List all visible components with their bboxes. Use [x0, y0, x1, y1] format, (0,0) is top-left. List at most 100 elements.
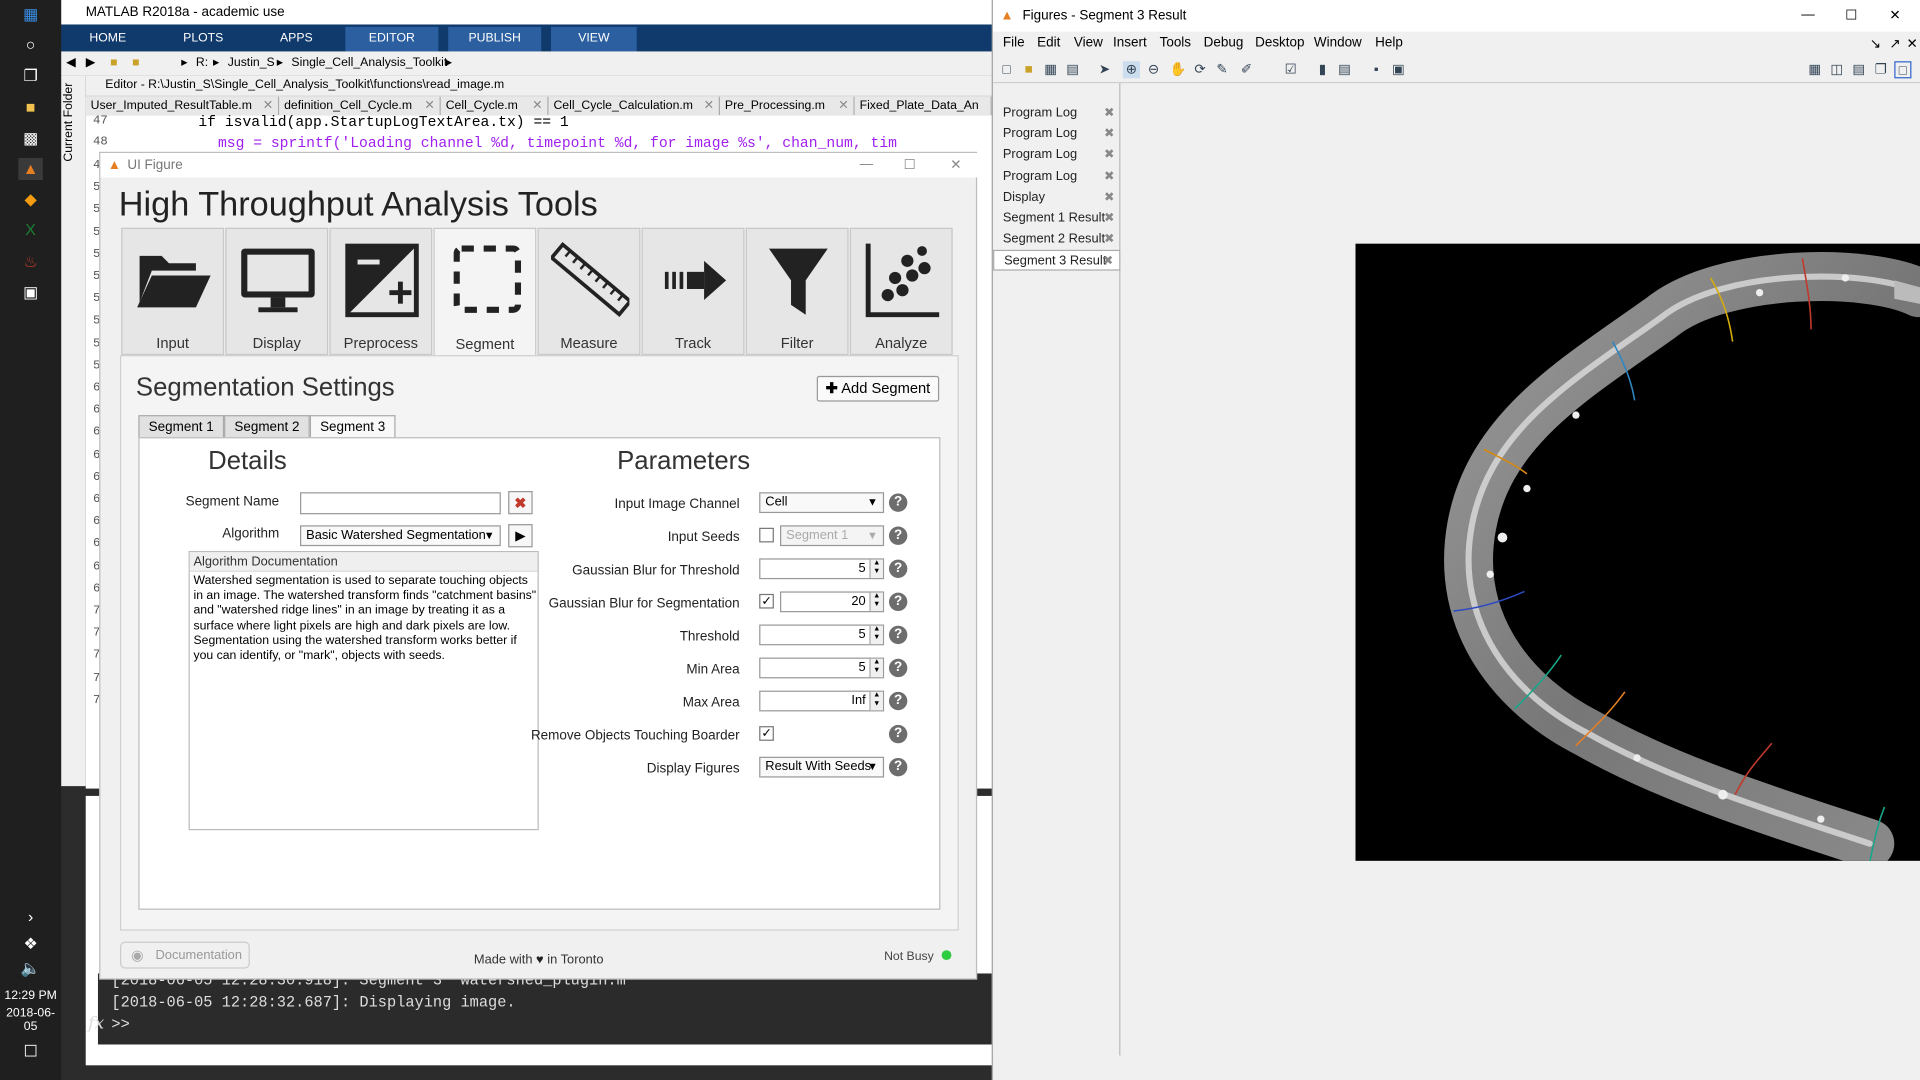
file-tab[interactable]: Cell_Cycle_Calculation.m ✕: [548, 96, 721, 116]
spinner-arrows-icon[interactable]: ▲ ▼: [869, 592, 883, 612]
close-icon[interactable]: ✖: [1104, 124, 1114, 145]
parameter-select[interactable]: Segment 1 ▼: [780, 525, 885, 547]
windows-start-icon[interactable]: ▦: [18, 4, 42, 26]
help-icon[interactable]: ?: [888, 526, 908, 545]
file-tab[interactable]: definition_Cell_Cycle.m ✕: [279, 96, 441, 116]
new-figure-icon[interactable]: □: [998, 61, 1015, 78]
spinner-arrows-icon[interactable]: ▲ ▼: [869, 658, 883, 678]
cortana-icon[interactable]: ○: [18, 34, 42, 56]
tile-grid-icon[interactable]: ▦: [1806, 61, 1823, 78]
link-plot-icon[interactable]: ☑: [1282, 61, 1299, 78]
folder-icon[interactable]: ■: [110, 51, 117, 75]
java-icon[interactable]: ♨: [18, 251, 42, 273]
tool-preprocess[interactable]: Preprocess: [329, 227, 433, 356]
dock-icon[interactable]: ↗: [1889, 36, 1900, 52]
file-tab[interactable]: User_Imputed_ResultTable.m ✕: [85, 96, 280, 116]
figure-list-item[interactable]: Program Log ✖: [993, 124, 1120, 145]
back-arrow-icon[interactable]: ◀: [66, 51, 75, 75]
fx-icon[interactable]: fx: [88, 1014, 104, 1034]
menu-window[interactable]: Window: [1314, 36, 1362, 51]
parameter-number-input[interactable]: 20 ▲ ▼: [780, 591, 885, 613]
minimize-icon[interactable]: —: [1801, 0, 1814, 31]
clock-date[interactable]: 2018-06-05: [0, 1007, 61, 1034]
parameter-select[interactable]: Result With Seeds ▼: [759, 756, 885, 778]
tab-home[interactable]: HOME: [71, 27, 144, 51]
command-window[interactable]: [2018-06-05 12:28:30.918]: Segment 3 'wa…: [97, 972, 992, 1045]
close-icon[interactable]: ✕: [950, 153, 961, 177]
spinner-arrows-icon[interactable]: ▲ ▼: [869, 625, 883, 645]
documentation-button[interactable]: ◉ Documentation: [120, 941, 250, 969]
figure-list-item[interactable]: Program Log ✖: [993, 166, 1120, 187]
parameter-number-input[interactable]: Inf ▲ ▼: [759, 690, 885, 712]
photos-icon[interactable]: ▣: [18, 282, 42, 304]
close-icon[interactable]: ✖: [1104, 229, 1114, 250]
help-icon[interactable]: ?: [888, 691, 908, 711]
help-icon[interactable]: ?: [888, 493, 908, 512]
forward-arrow-icon[interactable]: ▶: [86, 51, 95, 75]
close-icon[interactable]: ✖: [1104, 166, 1114, 187]
tab-segment-1[interactable]: Segment 1: [138, 415, 225, 439]
add-segment-button[interactable]: ✚ Add Segment: [816, 375, 940, 402]
code-line[interactable]: msg = sprintf('Loading channel %d, timep…: [218, 135, 897, 152]
dropbox-icon[interactable]: ❖: [18, 933, 42, 955]
close-icon[interactable]: ✖: [1104, 145, 1114, 166]
tool-segment[interactable]: Segment: [433, 227, 537, 356]
file-tab[interactable]: Pre_Processing.m ✕: [720, 96, 855, 116]
tile-columns-icon[interactable]: ◫: [1828, 61, 1845, 78]
help-icon[interactable]: ?: [888, 757, 908, 777]
clock-time[interactable]: 12:29 PM: [0, 989, 61, 1002]
tab-editor[interactable]: EDITOR: [345, 26, 439, 52]
close-icon[interactable]: ✕: [1889, 0, 1900, 32]
data-cursor-icon[interactable]: ✎: [1213, 61, 1230, 78]
parameter-select[interactable]: Cell ▼: [759, 492, 885, 514]
menu-insert[interactable]: Insert: [1113, 36, 1147, 51]
path-folder-justin[interactable]: Justin_S: [228, 51, 275, 75]
show-tools-icon[interactable]: ▣: [1390, 61, 1407, 78]
menu-debug[interactable]: Debug: [1204, 36, 1244, 51]
help-icon[interactable]: ?: [888, 592, 908, 612]
help-icon[interactable]: ?: [888, 625, 908, 645]
menu-view[interactable]: View: [1074, 36, 1103, 51]
spinner-arrows-icon[interactable]: ▲ ▼: [869, 691, 883, 711]
zoom-in-icon[interactable]: ⊕: [1122, 61, 1141, 79]
menu-tools[interactable]: Tools: [1160, 36, 1191, 51]
parameter-checkbox[interactable]: [759, 527, 774, 543]
menu-desktop[interactable]: Desktop: [1255, 36, 1304, 51]
tab-publish[interactable]: PUBLISH: [448, 26, 542, 52]
tool-input[interactable]: Input: [121, 227, 225, 356]
figure-list-item[interactable]: Segment 2 Result ✖: [993, 229, 1120, 250]
figure-list-item[interactable]: Segment 3 Result ✖: [993, 250, 1121, 272]
spinner-arrows-icon[interactable]: ▲ ▼: [869, 559, 883, 578]
help-icon[interactable]: ?: [888, 559, 908, 578]
save-icon[interactable]: ▦: [1042, 61, 1059, 78]
menu-edit[interactable]: Edit: [1037, 36, 1060, 51]
undock-icon[interactable]: ↘: [1870, 36, 1881, 52]
browse-folder-icon[interactable]: ■: [132, 51, 139, 75]
close-icon[interactable]: ✕: [1907, 36, 1918, 52]
figure-list-item[interactable]: Program Log ✖: [993, 103, 1120, 124]
chevron-up-icon[interactable]: ›: [18, 906, 42, 928]
task-view-icon[interactable]: ❐: [18, 65, 42, 87]
close-icon[interactable]: ✖: [1104, 103, 1114, 124]
file-tab[interactable]: Fixed_Plate_Data_An: [854, 96, 992, 116]
tool-display[interactable]: Display: [225, 227, 329, 356]
maximize-icon[interactable]: ☐: [1845, 0, 1857, 32]
colorbar-icon[interactable]: ▮: [1314, 61, 1331, 78]
figure-list-item[interactable]: Display ✖: [993, 187, 1120, 208]
volume-muted-icon[interactable]: 🔈: [18, 958, 42, 980]
tab-segment-3[interactable]: Segment 3: [309, 415, 396, 439]
brush-icon[interactable]: ✐: [1238, 61, 1255, 78]
zoom-out-icon[interactable]: ⊖: [1145, 61, 1162, 78]
tab-view[interactable]: VIEW: [551, 26, 637, 52]
path-folder-toolkit[interactable]: Single_Cell_Analysis_Toolkit: [291, 51, 447, 75]
hide-tools-icon[interactable]: ▪: [1368, 61, 1385, 78]
parameter-number-input[interactable]: 5 ▲ ▼: [759, 657, 885, 679]
tab-apps[interactable]: APPS: [260, 27, 333, 51]
figure-list-item[interactable]: Program Log ✖: [993, 145, 1120, 166]
notifications-icon[interactable]: ☐: [18, 1041, 42, 1063]
tab-segment-2[interactable]: Segment 2: [224, 415, 310, 439]
pointer-icon[interactable]: ➤: [1096, 61, 1113, 78]
command-prompt[interactable]: >>: [111, 1016, 129, 1033]
parameter-checkbox[interactable]: ✓: [759, 593, 774, 609]
excel-icon[interactable]: X: [18, 219, 42, 241]
